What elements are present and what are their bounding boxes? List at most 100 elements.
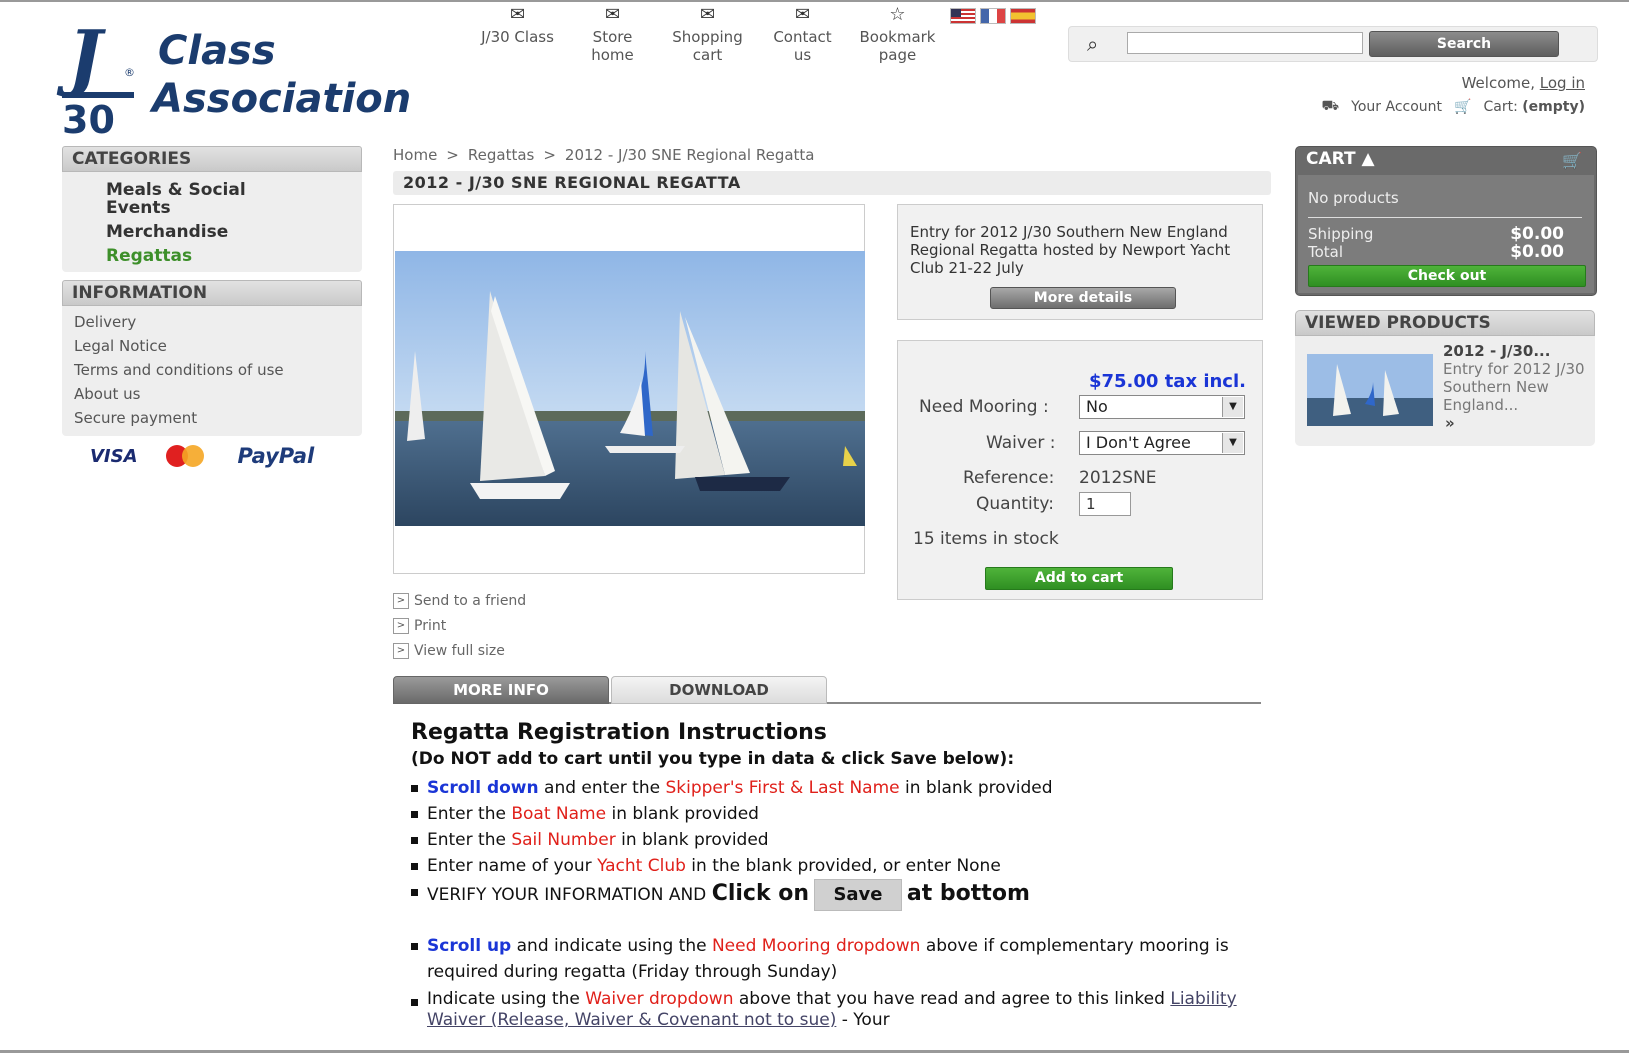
link-label: Send to a friend	[414, 592, 527, 609]
add-to-cart-button[interactable]: Add to cart	[985, 567, 1173, 590]
waiver-select[interactable]: I Don't Agree ▼	[1079, 431, 1245, 455]
quantity-label: Quantity:	[976, 494, 1054, 514]
language-flags	[950, 8, 1036, 24]
search-input[interactable]	[1127, 32, 1363, 54]
flag-fr-icon[interactable]	[980, 8, 1006, 24]
text: above that you have read and agree to th…	[733, 989, 1171, 1009]
chevron-down-icon: ▼	[1222, 433, 1243, 453]
text: in blank provided	[899, 778, 1053, 798]
text: Enter the	[427, 804, 512, 824]
print-link[interactable]: > Print	[393, 613, 526, 638]
nav-label-2: home	[591, 46, 634, 64]
nav-label: Shopping	[672, 28, 743, 46]
information-title: INFORMATION	[62, 280, 362, 306]
product-links: > Send to a friend > Print > View full size	[393, 588, 526, 663]
buy-box: $75.00 tax incl. Need Mooring : No ▼ Waiv…	[897, 340, 1263, 600]
mooring-label: Need Mooring :	[919, 397, 1049, 417]
star-icon: ☆	[889, 4, 906, 25]
breadcrumb-home[interactable]: Home	[393, 146, 437, 164]
short-description: Entry for 2012 J/30 Southern New England…	[910, 223, 1231, 277]
viewed-product-more[interactable]: »	[1445, 414, 1455, 432]
cart-link[interactable]: Cart: (empty)	[1483, 99, 1585, 115]
text: VERIFY YOUR INFORMATION AND	[427, 885, 712, 905]
cart-divider	[1308, 217, 1582, 218]
list-item: Enter the Boat Name in blank provided	[411, 801, 1251, 827]
breadcrumb-regattas[interactable]: Regattas	[468, 146, 534, 164]
save-label-box: Save	[814, 879, 902, 911]
logo-30: 30	[62, 98, 115, 142]
send-to-friend-link[interactable]: > Send to a friend	[393, 588, 526, 613]
info-secure-payment[interactable]: Secure payment	[74, 406, 362, 430]
checkout-button[interactable]: Check out	[1308, 265, 1586, 287]
logo-text-class: Class	[158, 28, 276, 74]
text: in the blank provided, or enter None	[685, 856, 1001, 876]
shipping-value: $0.00	[1510, 224, 1564, 244]
logo-text-association: Association	[152, 76, 412, 122]
mooring-value: No	[1086, 397, 1108, 416]
category-regattas[interactable]: Regattas	[106, 244, 362, 268]
viewed-product-name: 2012 - J/30...	[1443, 342, 1551, 360]
category-merchandise[interactable]: Merchandise	[106, 220, 362, 244]
text-red: Yacht Club	[597, 856, 686, 876]
short-description-box: Entry for 2012 J/30 Southern New England…	[897, 204, 1263, 320]
page-title: 2012 - J/30 SNE REGIONAL REGATTA	[393, 171, 1271, 195]
text: Enter name of your	[427, 856, 598, 876]
nav-shopping-cart[interactable]: ✉ Shopping cart	[660, 6, 755, 65]
chevron-down-icon: ▼	[1222, 397, 1243, 417]
product-photo[interactable]	[395, 251, 865, 526]
registration-instructions: Regatta Registration Instructions (Do NO…	[411, 720, 1251, 1031]
info-about-us[interactable]: About us	[74, 382, 362, 406]
list-item: Scroll down and enter the Skipper's Firs…	[411, 775, 1251, 801]
nav-bookmark-page[interactable]: ☆ Bookmark page	[850, 4, 945, 65]
reference-label: Reference:	[963, 468, 1055, 488]
viewed-product-desc: Entry for 2012 J/30 Southern New England…	[1443, 360, 1585, 414]
nav-label-2: us	[793, 46, 812, 64]
cart-status: (empty)	[1522, 99, 1585, 115]
more-details-button[interactable]: More details	[990, 287, 1176, 309]
view-full-size-link[interactable]: > View full size	[393, 638, 526, 663]
nav-label: Store	[592, 28, 633, 46]
arrow-icon: >	[393, 642, 409, 659]
site-logo[interactable]: J ® 30 Class Association	[60, 14, 480, 142]
viewed-product-thumbnail[interactable]	[1307, 354, 1433, 426]
information-block: INFORMATION Delivery Legal Notice Terms …	[62, 280, 362, 436]
categories-block: CATEGORIES Meals & Social Events Merchan…	[62, 146, 362, 272]
need-mooring-select[interactable]: No ▼	[1079, 395, 1245, 419]
chevron-up-icon: ▲	[1361, 149, 1375, 169]
text-big: at bottom	[906, 881, 1030, 906]
stock-status: 15 items in stock	[913, 529, 1059, 549]
your-account-link[interactable]: Your Account	[1351, 99, 1442, 115]
arrow-icon: >	[393, 617, 409, 634]
text-big: Click on	[711, 881, 810, 906]
search-button[interactable]: Search	[1369, 31, 1559, 57]
nav-label: Bookmark	[859, 28, 936, 46]
info-delivery[interactable]: Delivery	[74, 310, 362, 334]
cart-icon: 🛒	[1454, 99, 1472, 115]
instructions-subtitle: (Do NOT add to cart until you type in da…	[411, 749, 1015, 769]
total-value: $0.00	[1510, 242, 1564, 262]
cart-label: Cart:	[1483, 99, 1518, 115]
cart-title[interactable]: CART ▲	[1306, 149, 1375, 169]
tab-download[interactable]: DOWNLOAD	[611, 676, 827, 704]
visa-logo: VISA	[90, 445, 138, 467]
quantity-input[interactable]: 1	[1079, 492, 1131, 516]
login-link[interactable]: Log in	[1540, 74, 1585, 92]
text-red: Need Mooring dropdown	[711, 936, 921, 956]
nav-j30-class[interactable]: ✉ J/30 Class	[470, 6, 565, 64]
nav-store-home[interactable]: ✉ Store home	[565, 6, 660, 65]
viewed-products-block: VIEWED PRODUCTS 2012 - J/30... Entry for…	[1295, 310, 1595, 446]
product-tabs: MORE INFO DOWNLOAD	[393, 676, 1261, 704]
viewed-product-text[interactable]: 2012 - J/30... Entry for 2012 J/30 South…	[1443, 342, 1593, 432]
info-legal-notice[interactable]: Legal Notice	[74, 334, 362, 358]
text: Indicate using the	[427, 989, 586, 1009]
instructions-list: Scroll down and enter the Skipper's Firs…	[411, 775, 1251, 1031]
nav-label: J/30 Class	[481, 28, 554, 46]
category-meals[interactable]: Meals & Social Events	[106, 178, 276, 220]
flag-es-icon[interactable]	[1010, 8, 1036, 24]
reference-value: 2012SNE	[1079, 468, 1157, 488]
waiver-value: I Don't Agree	[1086, 433, 1191, 452]
flag-us-icon[interactable]	[950, 8, 976, 24]
tab-more-info[interactable]: MORE INFO	[393, 676, 609, 704]
info-terms[interactable]: Terms and conditions of use	[74, 358, 362, 382]
nav-contact-us[interactable]: ✉ Contact us	[755, 6, 850, 65]
